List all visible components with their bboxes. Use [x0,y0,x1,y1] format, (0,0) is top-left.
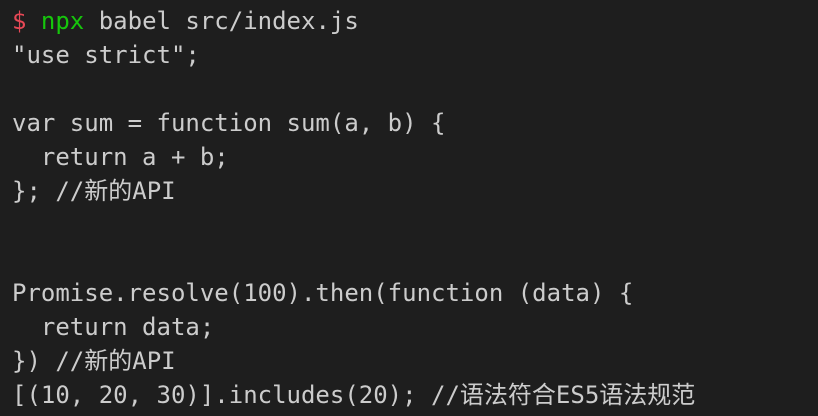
output-line-use-strict: "use strict"; [12,41,200,69]
terminal-window[interactable]: $ npx babel src/index.js "use strict"; v… [0,0,818,416]
command-name: npx [40,7,85,35]
output-line-blank [12,242,806,276]
command-args: babel src/index.js [84,7,359,35]
prompt-symbol: $ [12,7,27,35]
output-line-sum-return: return a + b; [12,143,229,171]
output-line-includes: [(10, 20, 30)].includes(20); //语法符合ES5语法… [12,381,696,409]
prompt-line: $ npx babel src/index.js [12,4,806,38]
output-line-blank [12,208,806,242]
output-line-sum-declaration: var sum = function sum(a, b) { [12,109,446,137]
output-line-sum-close: }; //新的API [12,177,176,205]
output-line-promise-then: Promise.resolve(100).then(function (data… [12,279,634,307]
output-line-promise-close: }) //新的API [12,347,176,375]
output-line-blank [12,72,806,106]
output-line-promise-return: return data; [12,313,215,341]
